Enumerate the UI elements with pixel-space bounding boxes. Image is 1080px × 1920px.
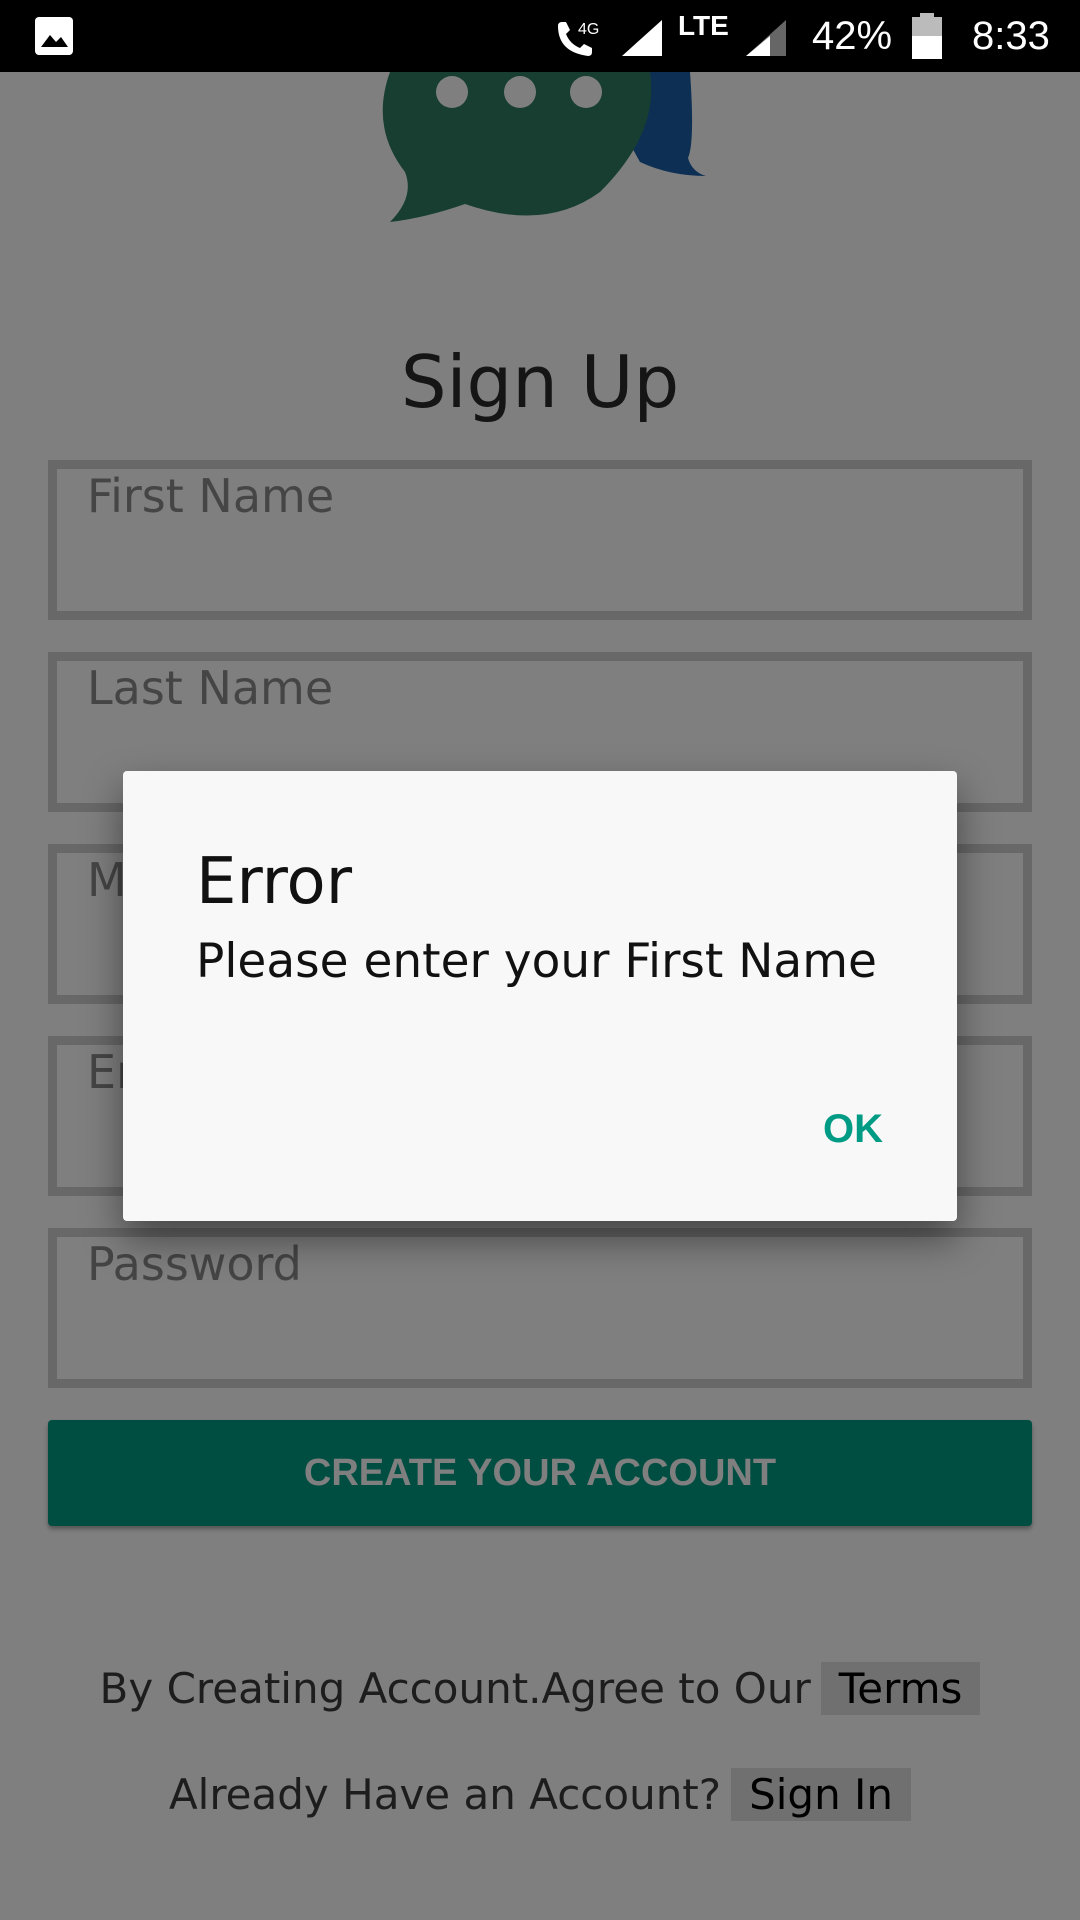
dialog-title: Error [196,845,352,919]
lte-indicator: LTE [678,10,729,41]
gallery-icon [35,17,73,55]
status-bar: 4G LTE 42% 8:33 [0,0,1080,72]
ok-button[interactable]: OK [823,1107,883,1152]
cell-signal-weak-icon [746,20,786,56]
battery-percent: 42% [812,14,893,58]
error-dialog: Error Please enter your First Name OK [123,771,957,1221]
battery-icon [912,13,942,59]
cell-signal-icon [622,20,662,56]
dialog-message: Please enter your First Name [196,934,877,989]
svg-text:4G: 4G [578,21,599,38]
clock: 8:33 [972,14,1050,58]
wifi-calling-icon: 4G [558,21,599,56]
